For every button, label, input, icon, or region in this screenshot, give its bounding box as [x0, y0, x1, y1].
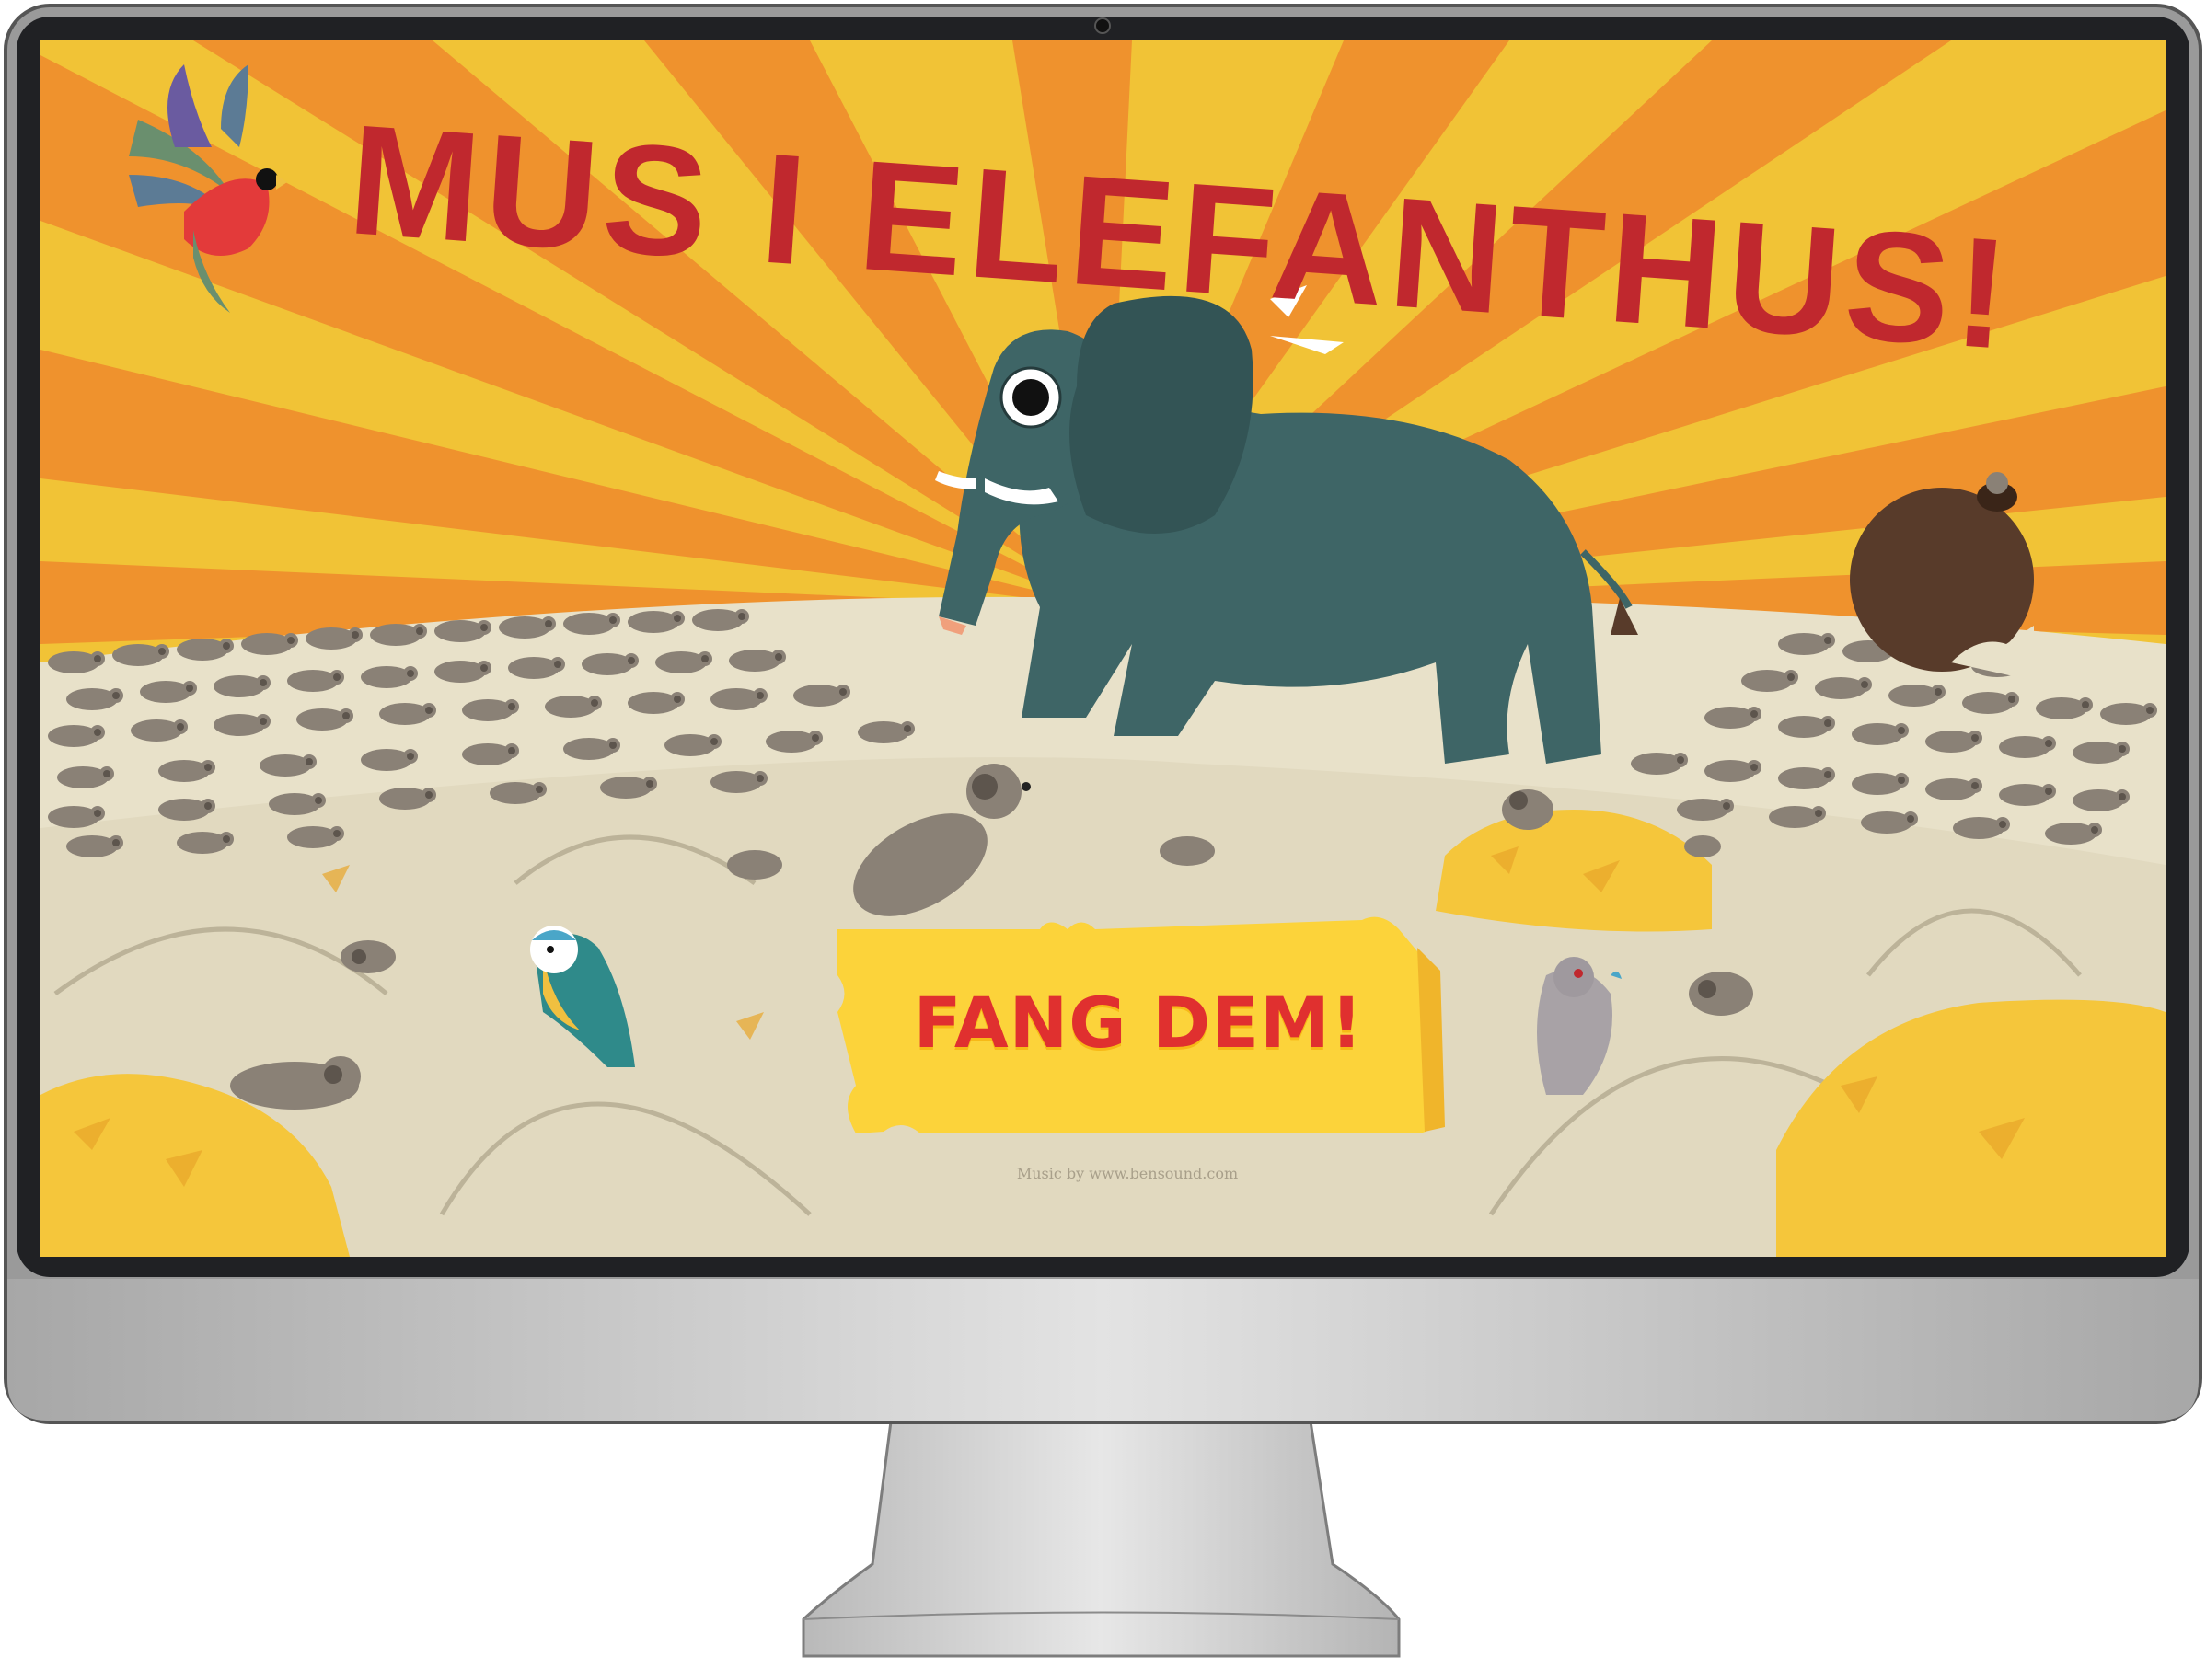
monitor-stand [802, 1420, 1401, 1658]
music-credit: Music by www.bensound.com [1016, 1165, 1239, 1182]
webcam-icon [1094, 17, 1111, 34]
play-button-label: FANG DEM! [913, 981, 1364, 1064]
play-button[interactable]: FANG DEM! [836, 909, 1441, 1135]
game-stage: MUS I ELEFANTHUS! FANG DEM! Music by www… [0, 0, 2206, 1680]
mouse-swarm-left [0, 0, 31, 11]
monitor-chin [7, 1279, 2199, 1421]
